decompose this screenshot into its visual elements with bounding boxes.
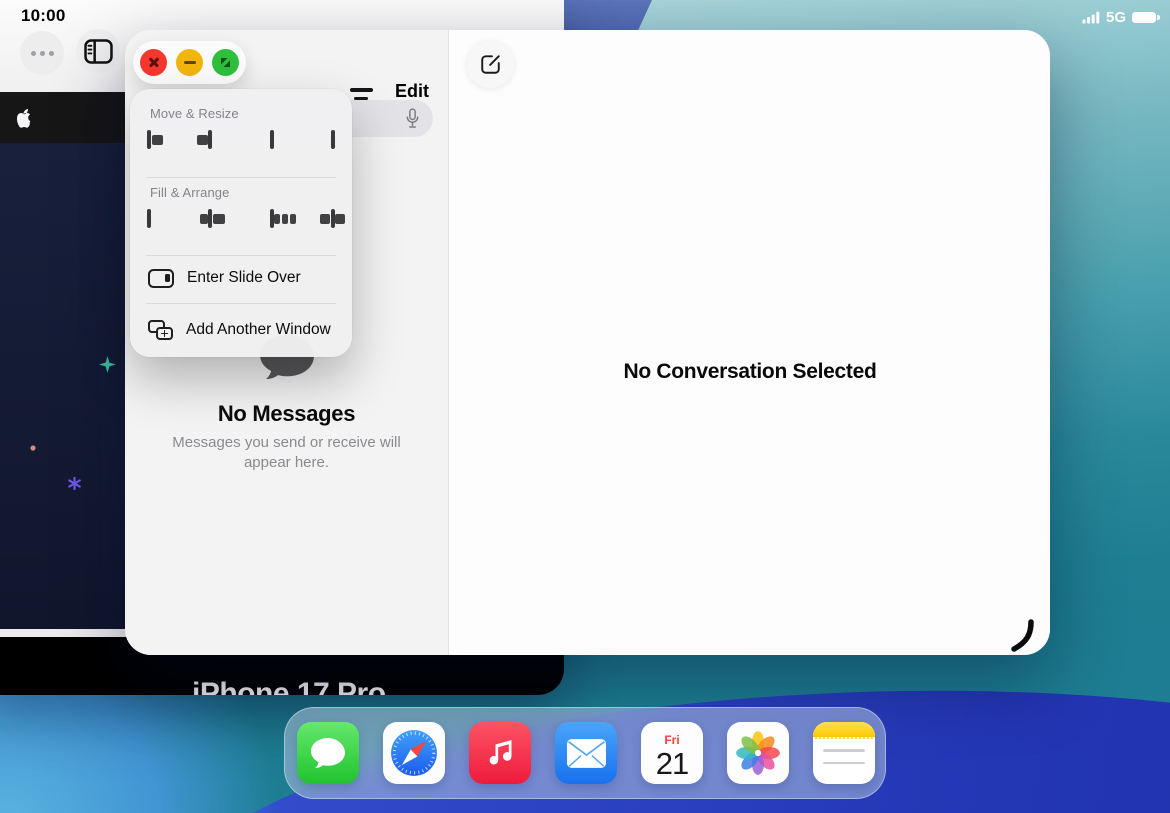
tile-left-button[interactable]	[147, 132, 151, 147]
no-conversation-title: No Conversation Selected	[450, 360, 1050, 384]
battery-icon	[1132, 12, 1156, 24]
empty-state-title: No Messages	[125, 401, 448, 427]
notes-yellow-header	[813, 722, 875, 739]
mic-icon[interactable]	[405, 108, 420, 129]
tile-top-button[interactable]	[270, 132, 274, 147]
tile-left-icon	[147, 130, 151, 149]
window-controls	[133, 41, 246, 84]
dock-icon-notes[interactable]	[813, 722, 875, 784]
calendar-weekday: Fri	[664, 733, 679, 747]
minimize-button[interactable]	[176, 49, 203, 76]
dock-icon-mail[interactable]	[555, 722, 617, 784]
tile-bottom-icon	[331, 130, 335, 149]
asterisk-sparkle-icon	[68, 477, 81, 490]
dock: Fri 21	[284, 707, 886, 799]
fill-screen-icon	[147, 209, 151, 228]
resize-handle-icon[interactable]	[1010, 618, 1036, 655]
split-view-icon	[208, 209, 212, 228]
section-label: Move & Resize	[150, 106, 239, 121]
window-options-button[interactable]	[20, 31, 64, 75]
close-button[interactable]	[140, 49, 167, 76]
filter-icon	[350, 88, 373, 91]
safari-app-icon	[389, 728, 439, 778]
tile-bottom-button[interactable]	[331, 132, 335, 147]
mail-app-icon	[566, 738, 607, 769]
dock-icon-music[interactable]	[469, 722, 531, 784]
edit-button[interactable]: Edit	[395, 81, 429, 102]
dock-icon-photos[interactable]	[727, 722, 789, 784]
notes-line	[823, 762, 865, 765]
wallpaper-bottom-glow	[0, 688, 330, 813]
empty-state-subtitle: Messages you send or receive will appear…	[166, 433, 408, 473]
sparkle-icon	[99, 356, 116, 373]
three-columns-button[interactable]	[270, 211, 274, 226]
dock-icon-messages[interactable]	[297, 722, 359, 784]
menu-divider	[146, 177, 336, 178]
tile-right-button[interactable]	[208, 132, 212, 147]
fullscreen-icon	[219, 56, 232, 69]
window-arrange-menu: Move & Resize Fill & Arrange Enter Slide…	[130, 89, 352, 357]
slide-over-icon	[148, 269, 174, 288]
fullscreen-button[interactable]	[212, 49, 239, 76]
page-heading: iPhone 17 Pro	[192, 677, 386, 695]
apple-logo-icon[interactable]	[14, 107, 33, 129]
compose-button[interactable]	[467, 41, 514, 88]
ipad-screen: iPhone 17 Pro Edit	[0, 0, 1170, 813]
menu-divider	[146, 255, 336, 256]
tile-right-icon	[208, 130, 212, 149]
signal-icon	[1082, 11, 1100, 24]
music-app-icon	[482, 735, 518, 771]
tile-top-icon	[270, 130, 274, 149]
calendar-day: 21	[656, 748, 688, 779]
grid-quarters-icon	[331, 209, 335, 228]
menu-item-label: Add Another Window	[186, 321, 331, 339]
split-view-button[interactable]	[208, 211, 212, 226]
status-time: 10:00	[21, 6, 65, 26]
status-icons: 5G	[1082, 9, 1156, 26]
compose-icon	[478, 52, 503, 77]
menu-item-label: Enter Slide Over	[187, 269, 301, 287]
grid-quarters-button[interactable]	[331, 211, 335, 226]
menu-item-add-another-window[interactable]: Add Another Window	[130, 313, 352, 347]
dot-sparkle-icon	[30, 445, 36, 451]
dock-icon-calendar[interactable]: Fri 21	[641, 722, 703, 784]
dock-icon-safari[interactable]	[383, 722, 445, 784]
sidebar-toggle-button[interactable]	[76, 29, 120, 73]
messages-app-icon	[308, 735, 348, 771]
menu-item-enter-slide-over[interactable]: Enter Slide Over	[130, 261, 352, 295]
menu-divider	[146, 303, 336, 304]
three-columns-icon	[270, 209, 274, 228]
photos-app-icon	[733, 728, 783, 778]
notes-line	[823, 749, 865, 752]
section-label: Fill & Arrange	[150, 185, 229, 200]
fill-screen-button[interactable]	[147, 211, 151, 226]
sidebar-toggle-icon	[84, 39, 113, 64]
conversation-pane: No Conversation Selected	[450, 30, 1050, 655]
add-window-icon	[148, 320, 173, 340]
network-label: 5G	[1106, 9, 1126, 26]
